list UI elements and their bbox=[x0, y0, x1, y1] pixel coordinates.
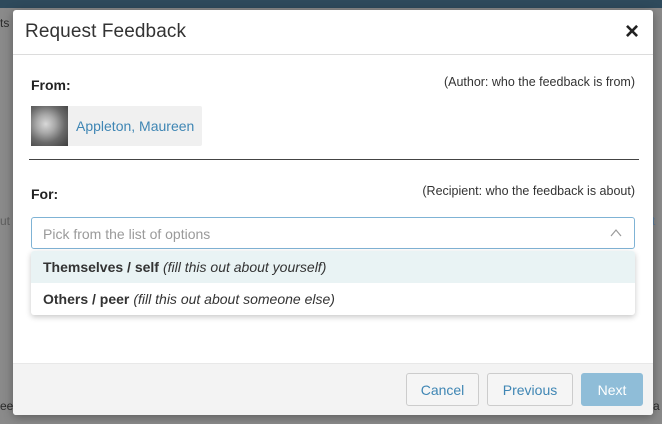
option-note: (fill this out about yourself) bbox=[162, 259, 327, 275]
author-name-link[interactable]: Appleton, Maureen bbox=[76, 118, 194, 134]
for-label: For: bbox=[31, 186, 59, 202]
background-header-bar bbox=[0, 0, 662, 8]
previous-button[interactable]: Previous bbox=[487, 373, 573, 406]
for-hint: (Recipient: who the feedback is about) bbox=[422, 184, 635, 198]
option-label: Others / peer bbox=[43, 291, 130, 307]
option-note: (fill this out about someone else) bbox=[133, 291, 335, 307]
option-label: Themselves / self bbox=[43, 259, 159, 275]
avatar bbox=[31, 106, 68, 146]
cancel-button[interactable]: Cancel bbox=[406, 373, 479, 406]
from-hint: (Author: who the feedback is from) bbox=[443, 75, 635, 89]
option-others-peer[interactable]: Others / peer (fill this out about someo… bbox=[31, 283, 635, 315]
close-icon[interactable]: × bbox=[623, 20, 641, 44]
request-feedback-modal: Request Feedback × From: (Author: who th… bbox=[13, 10, 653, 415]
next-button[interactable]: Next bbox=[581, 373, 643, 406]
background-text-fragment: ts bbox=[0, 16, 10, 30]
background-text-fragment: ee bbox=[0, 399, 14, 413]
background-text-fragment: ut bbox=[0, 214, 11, 228]
select-placeholder: Pick from the list of options bbox=[43, 226, 211, 242]
modal-footer: Cancel Previous Next bbox=[13, 363, 653, 415]
modal-title: Request Feedback bbox=[25, 21, 187, 42]
modal-header: Request Feedback × bbox=[13, 10, 653, 55]
modal-body: From: (Author: who the feedback is from)… bbox=[13, 55, 653, 363]
chevron-up-icon[interactable] bbox=[610, 228, 622, 238]
author-chip[interactable]: Appleton, Maureen bbox=[31, 106, 202, 146]
recipient-options-list: Themselves / self (fill this out about y… bbox=[31, 251, 635, 315]
background-text-fragment: a bbox=[653, 399, 660, 413]
from-label: From: bbox=[31, 77, 71, 93]
section-divider bbox=[29, 159, 639, 160]
option-themselves-self[interactable]: Themselves / self (fill this out about y… bbox=[31, 251, 635, 283]
recipient-select[interactable]: Pick from the list of options bbox=[31, 217, 635, 249]
